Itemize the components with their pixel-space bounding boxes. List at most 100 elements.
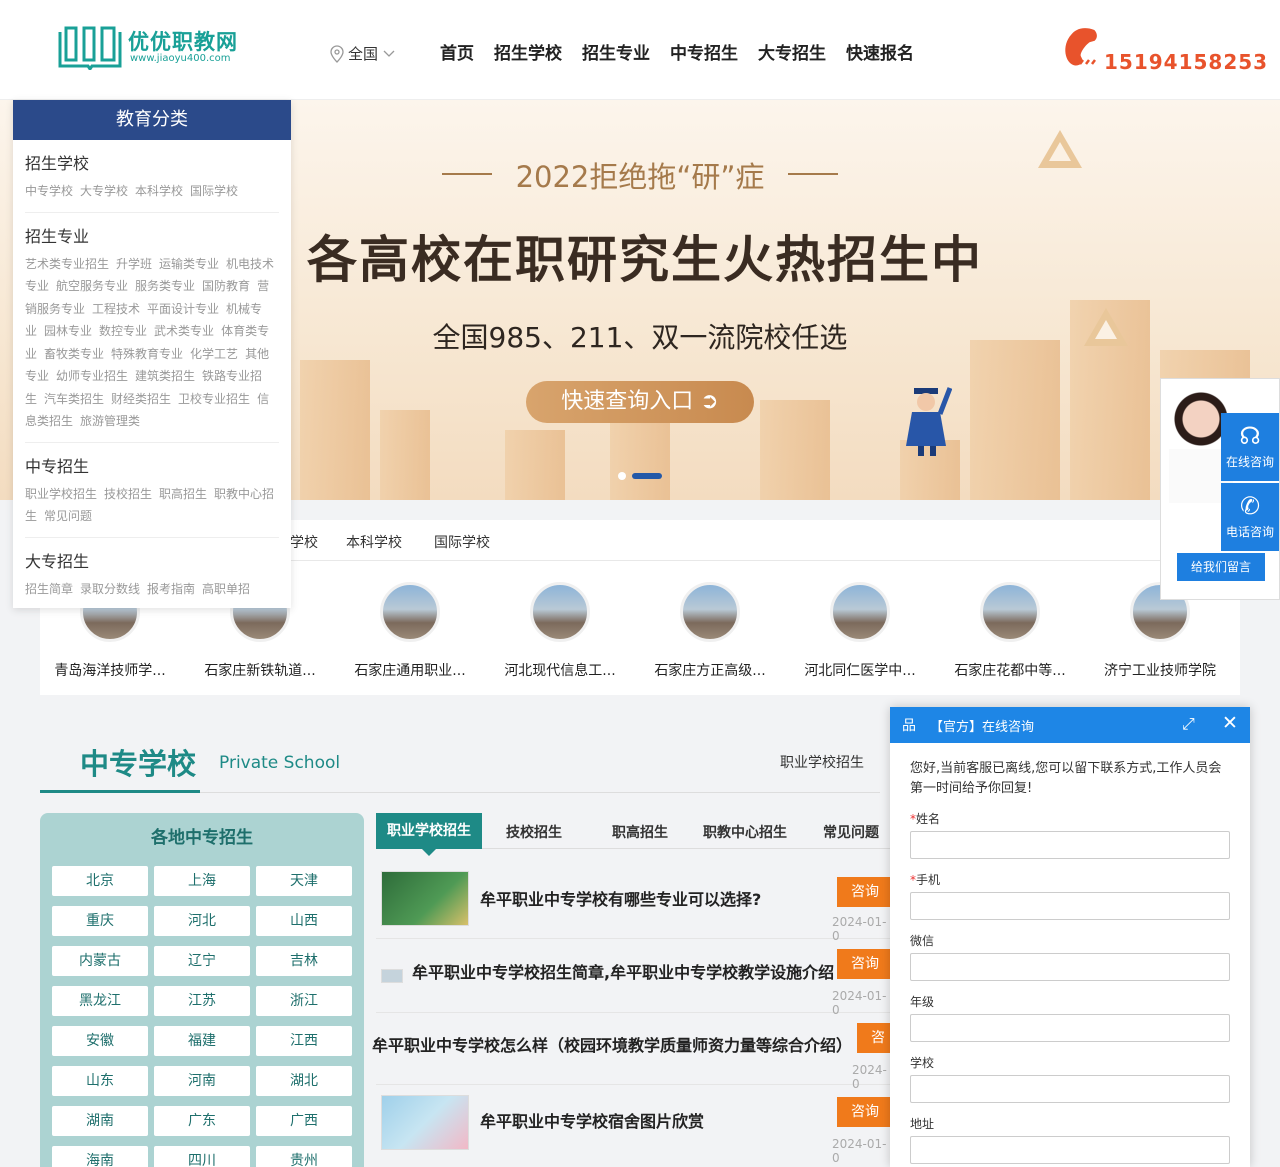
region-link[interactable]: 辽宁 (154, 946, 250, 976)
region-link[interactable]: 湖南 (52, 1106, 148, 1136)
news-title[interactable]: 牟平职业中专学校有哪些专业可以选择? (480, 886, 761, 910)
category-link[interactable]: 幼师专业招生 (56, 369, 128, 383)
nav-college[interactable]: 大专招生 (748, 42, 836, 66)
school-card[interactable]: 石家庄方正高级... (640, 582, 780, 680)
school-card[interactable]: 河北现代信息工... (490, 582, 630, 680)
category-link[interactable]: 化学工艺 (190, 347, 238, 361)
tab-technical[interactable]: 技校招生 (506, 822, 562, 842)
school-name[interactable]: 石家庄新铁轨道... (190, 660, 330, 680)
region-link[interactable]: 重庆 (52, 906, 148, 936)
region-link[interactable]: 天津 (256, 866, 352, 896)
region-link[interactable]: 江苏 (154, 986, 250, 1016)
category-link[interactable]: 报考指南 (147, 582, 195, 596)
news-thumbnail[interactable] (381, 969, 403, 983)
category-link[interactable]: 财经类招生 (111, 392, 171, 406)
school-card[interactable]: 河北同仁医学中... (790, 582, 930, 680)
category-link[interactable]: 国防教育 (202, 279, 250, 293)
region-link[interactable]: 河北 (154, 906, 250, 936)
carousel-dot[interactable] (618, 472, 626, 480)
consult-button[interactable]: 咨询 (837, 949, 897, 979)
form-input[interactable] (910, 1136, 1230, 1164)
region-link[interactable]: 贵州 (256, 1146, 352, 1167)
nav-majors[interactable]: 招生专业 (572, 42, 660, 66)
region-link[interactable]: 福建 (154, 1026, 250, 1056)
region-link[interactable]: 江西 (256, 1026, 352, 1056)
nav-secondary[interactable]: 中专招生 (660, 42, 748, 66)
category-link[interactable]: 旅游管理类 (80, 414, 140, 428)
category-link[interactable]: 汽车类招生 (44, 392, 104, 406)
region-link[interactable]: 海南 (52, 1146, 148, 1167)
region-link[interactable]: 北京 (52, 866, 148, 896)
form-input[interactable] (910, 1075, 1230, 1103)
school-name[interactable]: 石家庄花都中等... (940, 660, 1080, 680)
category-link[interactable]: 特殊教育专业 (111, 347, 183, 361)
form-input[interactable] (910, 953, 1230, 981)
form-input[interactable] (910, 1014, 1230, 1042)
category-link[interactable]: 航空服务专业 (56, 279, 128, 293)
tab-school[interactable]: 学校 (290, 532, 318, 552)
region-link[interactable]: 湖北 (256, 1066, 352, 1096)
school-logo[interactable] (830, 582, 890, 642)
school-logo[interactable] (980, 582, 1040, 642)
nav-home[interactable]: 首页 (430, 42, 484, 66)
category-link[interactable]: 卫校专业招生 (178, 392, 250, 406)
category-link[interactable]: 运输类专业 (159, 257, 219, 271)
news-title[interactable]: 牟平职业中专学校招生简章,牟平职业中专学校教学设施介绍 (412, 959, 834, 983)
form-input[interactable] (910, 831, 1230, 859)
consult-button[interactable]: 咨询 (837, 877, 897, 907)
site-logo[interactable]: 优优职教网 www.jiaoyu400.com (58, 22, 258, 74)
school-logo[interactable] (380, 582, 440, 642)
region-link[interactable]: 河南 (154, 1066, 250, 1096)
consult-button[interactable]: 咨询 (837, 1097, 897, 1127)
school-name[interactable]: 石家庄通用职业... (340, 660, 480, 680)
category-link[interactable]: 畜牧类专业 (44, 347, 104, 361)
category-link[interactable]: 武术类专业 (154, 324, 214, 338)
news-title[interactable]: 牟平职业中专学校怎么样（校园环境教学质量师资力量等综合介绍） (372, 1032, 852, 1056)
category-link[interactable]: 数控专业 (99, 324, 147, 338)
category-link[interactable]: 职高招生 (159, 487, 207, 501)
tab-vocational[interactable]: 职业学校招生 (376, 813, 482, 856)
region-link[interactable]: 浙江 (256, 986, 352, 1016)
category-link[interactable]: 技校招生 (104, 487, 152, 501)
close-icon[interactable]: ✕ (1222, 712, 1238, 734)
nav-quick-apply[interactable]: 快速报名 (836, 42, 924, 66)
category-title[interactable]: 招生专业 (25, 223, 279, 247)
phone-hotline[interactable]: 15194158253 (1056, 24, 1267, 74)
category-title[interactable]: 大专招生 (25, 548, 279, 572)
region-link[interactable]: 山东 (52, 1066, 148, 1096)
section-more-link[interactable]: 职业学校招生 (780, 752, 864, 772)
tab-international[interactable]: 国际学校 (434, 532, 490, 552)
category-link[interactable]: 常见问题 (44, 509, 92, 523)
category-link[interactable]: 录取分数线 (80, 582, 140, 596)
nav-schools[interactable]: 招生学校 (484, 42, 572, 66)
news-item[interactable]: 牟平职业中专学校怎么样（校园环境教学质量师资力量等综合介绍） 咨 2024-0 (372, 1013, 917, 1091)
tab-undergraduate[interactable]: 本科学校 (346, 532, 402, 552)
school-name[interactable]: 河北同仁医学中... (790, 660, 930, 680)
category-title[interactable]: 中专招生 (25, 453, 279, 477)
category-link[interactable]: 本科学校 (135, 184, 183, 198)
school-logo[interactable] (680, 582, 740, 642)
category-link[interactable]: 园林专业 (44, 324, 92, 338)
category-link[interactable]: 大专学校 (80, 184, 128, 198)
news-item[interactable]: 牟平职业中专学校招生简章,牟平职业中专学校教学设施介绍 咨询 2024-01-0 (376, 939, 897, 1017)
tab-vocational-high[interactable]: 职高招生 (612, 822, 668, 842)
category-link[interactable]: 升学班 (116, 257, 152, 271)
school-name[interactable]: 石家庄方正高级... (640, 660, 780, 680)
category-link[interactable]: 高职单招 (202, 582, 250, 596)
region-selector[interactable]: 全国 (330, 43, 396, 64)
region-link[interactable]: 上海 (154, 866, 250, 896)
news-thumbnail[interactable] (381, 1095, 469, 1150)
quick-query-button[interactable]: 快速查询入口 ➲ (526, 381, 754, 423)
school-card[interactable]: 石家庄花都中等... (940, 582, 1080, 680)
tab-vocational-center[interactable]: 职教中心招生 (703, 822, 787, 842)
category-title[interactable]: 招生学校 (25, 150, 279, 174)
school-name[interactable]: 青岛海洋技师学... (40, 660, 180, 680)
category-link[interactable]: 招生简章 (25, 582, 73, 596)
school-name[interactable]: 河北现代信息工... (490, 660, 630, 680)
carousel-dot-active[interactable] (632, 473, 662, 479)
category-link[interactable]: 中专学校 (25, 184, 73, 198)
form-input[interactable] (910, 892, 1230, 920)
school-card[interactable]: 石家庄通用职业... (340, 582, 480, 680)
category-link[interactable]: 服务类专业 (135, 279, 195, 293)
region-link[interactable]: 吉林 (256, 946, 352, 976)
